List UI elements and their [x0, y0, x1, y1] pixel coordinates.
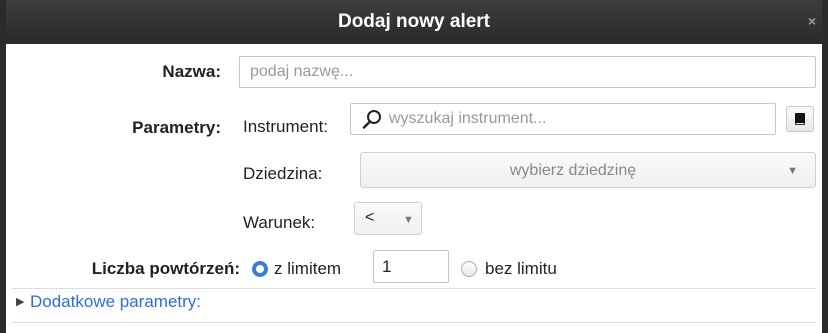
radio-no-limit[interactable]	[461, 261, 477, 277]
add-alert-dialog: Dodaj nowy alert × Nazwa: podaj nazwę...…	[0, 0, 828, 333]
instrument-label: Instrument:	[243, 117, 329, 136]
limit-count-value: 1	[382, 256, 392, 276]
condition-select-value: <	[365, 209, 375, 226]
search-icon	[362, 110, 381, 129]
name-placeholder: podaj nazwę...	[250, 63, 354, 80]
instrument-search-input[interactable]: wyszukaj instrument...	[350, 103, 776, 135]
repetitions-label: Liczba powtórzeń:	[91, 259, 240, 278]
name-input[interactable]: podaj nazwę...	[239, 56, 816, 88]
chevron-down-icon: ▼	[787, 165, 798, 177]
domain-label: Dziedzina:	[243, 164, 323, 183]
parameters-label: Parametry:	[132, 118, 221, 137]
section-divider-bottom	[12, 322, 816, 323]
domain-select-value: wybierz dziedzinę	[509, 162, 637, 179]
instrument-browse-button[interactable]	[786, 106, 814, 132]
radio-with-limit-label[interactable]: z limitem	[274, 259, 341, 279]
name-label: Nazwa:	[162, 62, 221, 81]
condition-select[interactable]: < ▼	[354, 202, 422, 235]
dialog-title-bar: Dodaj nowy alert ×	[6, 0, 822, 44]
chevron-down-icon: ▼	[403, 214, 414, 226]
radio-with-limit[interactable]	[252, 261, 268, 277]
instrument-placeholder: wyszukaj instrument...	[389, 110, 547, 127]
section-divider	[12, 288, 816, 289]
radio-no-limit-label[interactable]: bez limitu	[485, 259, 557, 279]
additional-parameters-toggle[interactable]: Dodatkowe parametry:	[30, 292, 201, 312]
close-icon[interactable]: ×	[808, 14, 816, 28]
limit-count-input[interactable]: 1	[373, 250, 449, 283]
domain-select[interactable]: wybierz dziedzinę ▼	[360, 152, 816, 188]
condition-label: Warunek:	[243, 213, 316, 232]
triangle-right-icon[interactable]: ▶	[16, 295, 24, 308]
book-icon	[795, 113, 805, 125]
dialog-title: Dodaj nowy alert	[337, 11, 491, 32]
